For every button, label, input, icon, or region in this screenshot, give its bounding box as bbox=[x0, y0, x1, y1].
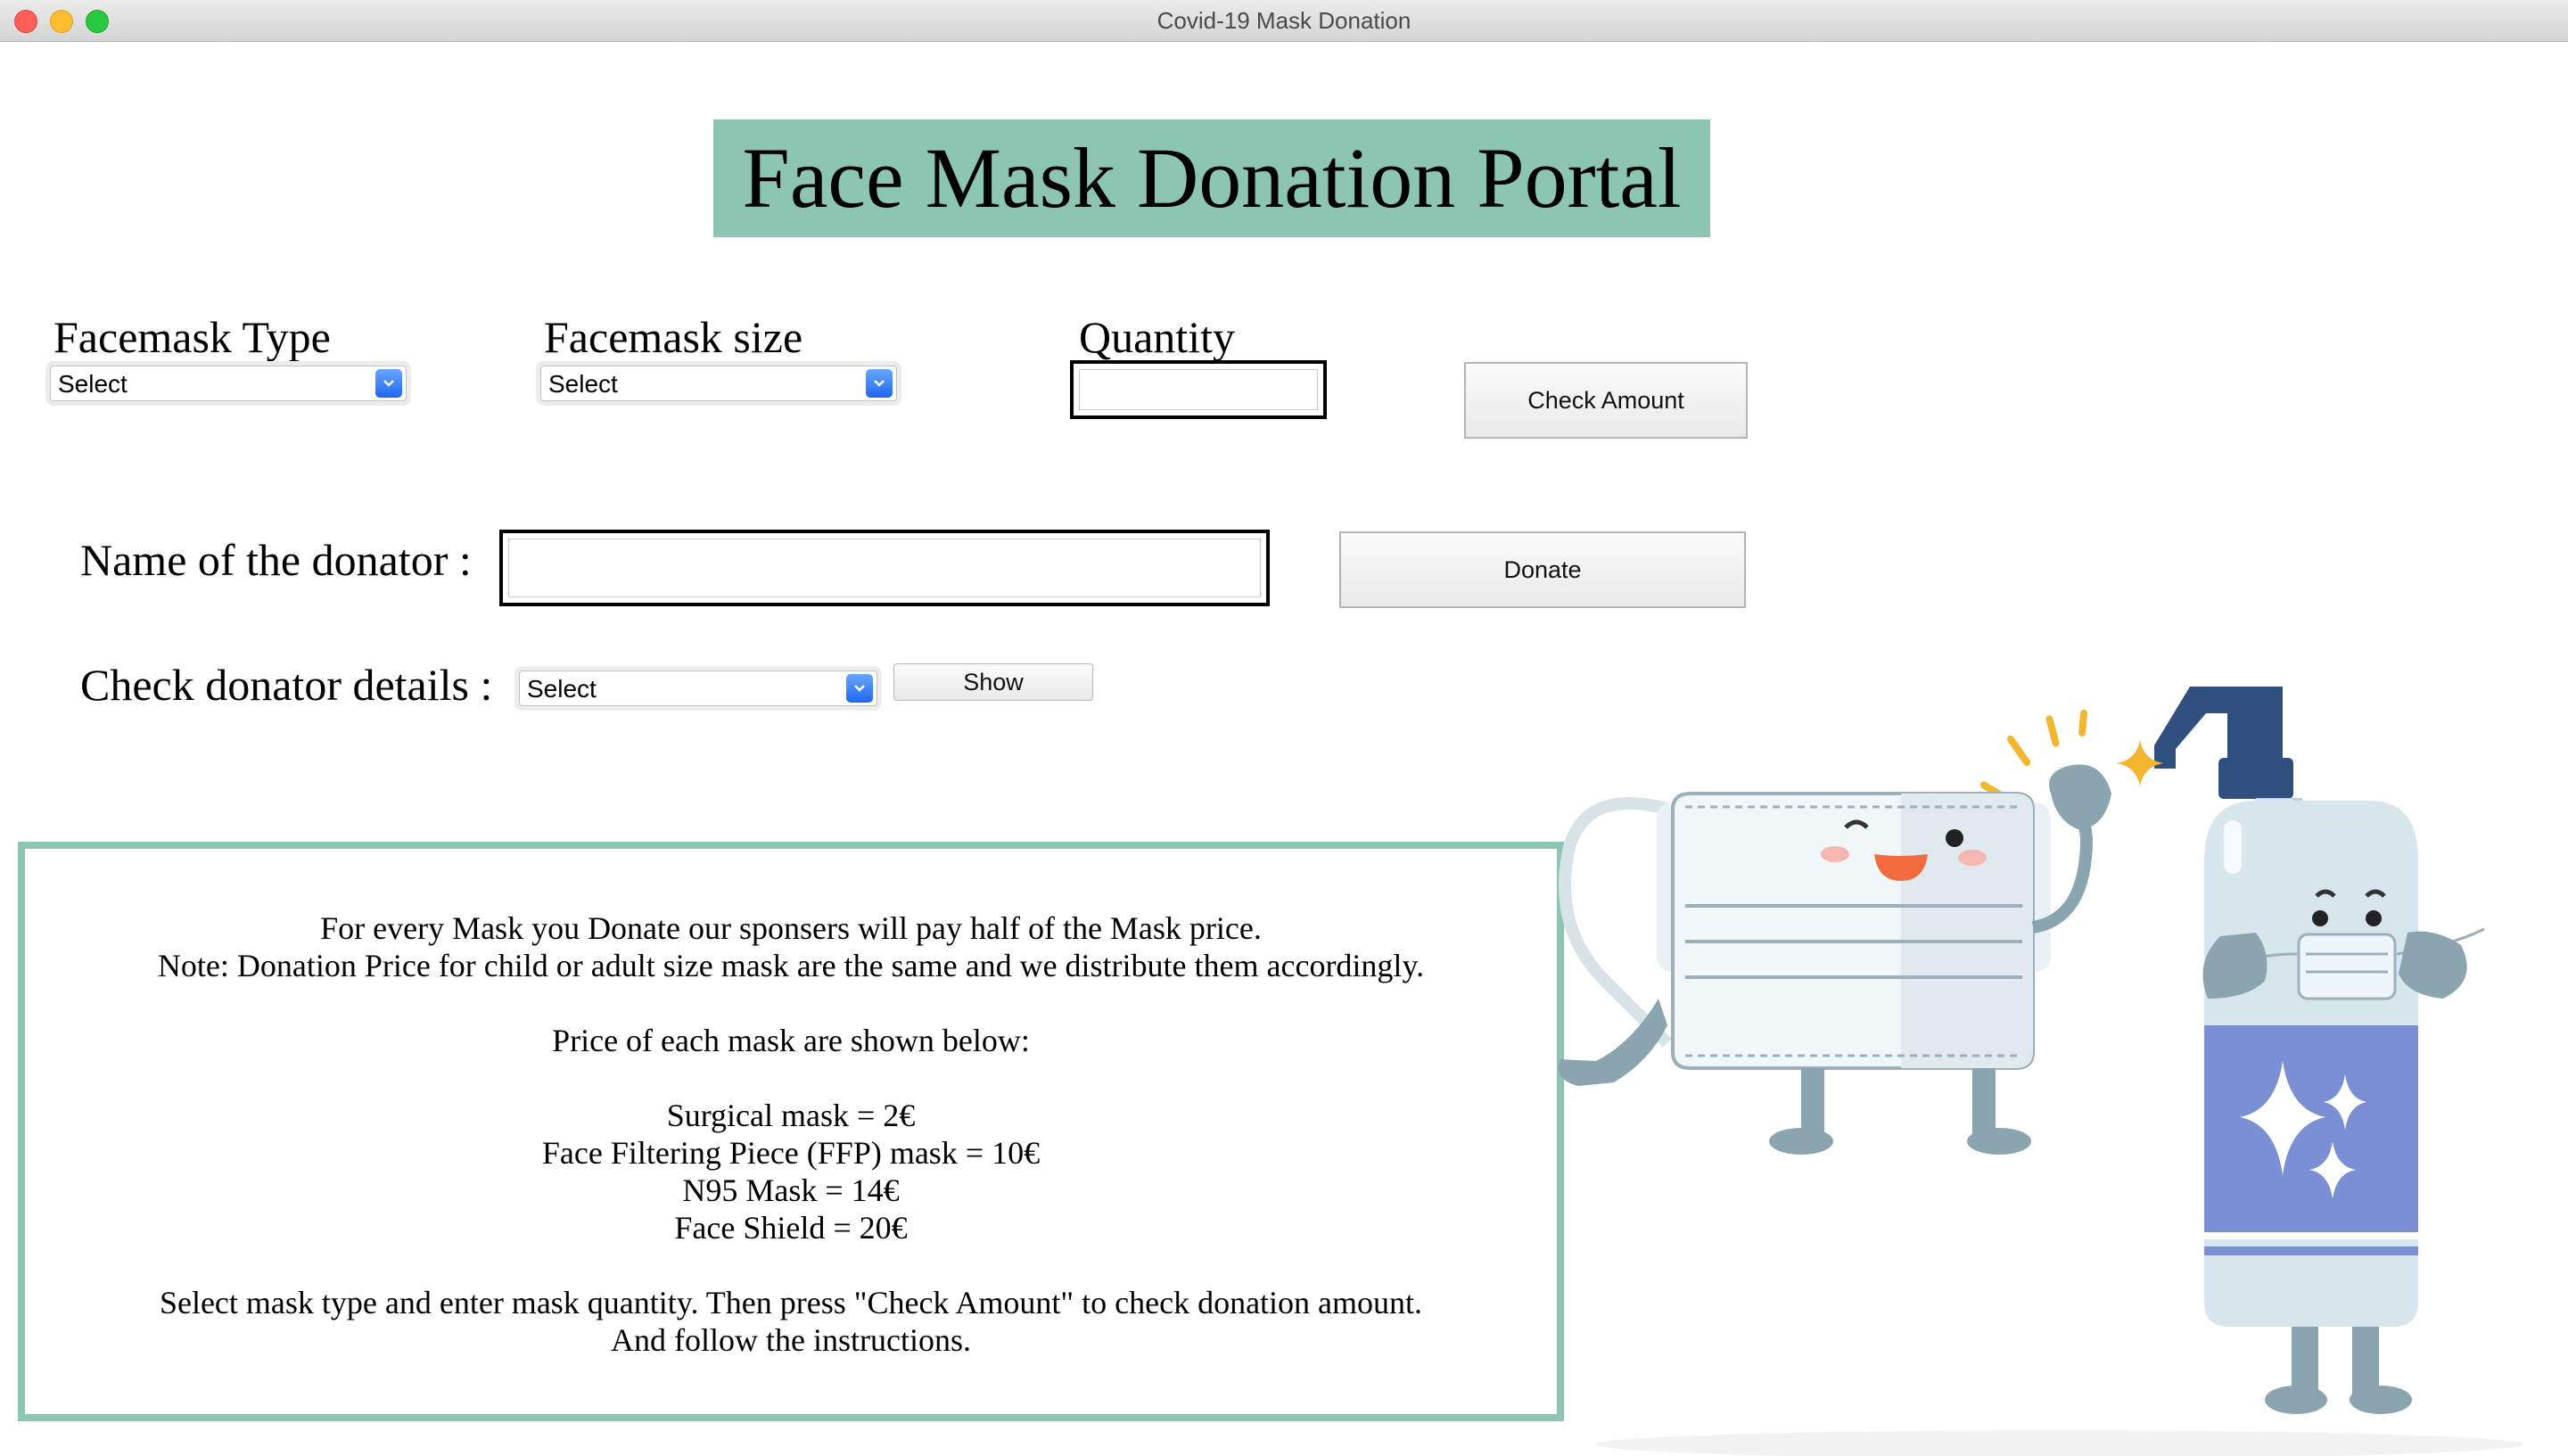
mask-type-label: Facemask Type bbox=[54, 312, 331, 362]
mask-size-label: Facemask size bbox=[544, 312, 803, 362]
window-titlebar: Covid-19 Mask Donation bbox=[0, 0, 2568, 42]
price-face-shield: Face Shield = 20€ bbox=[674, 1210, 908, 1246]
quantity-label: Quantity bbox=[1079, 312, 1235, 362]
mask-type-selected: Select bbox=[58, 370, 128, 398]
donator-selected: Select bbox=[527, 675, 597, 703]
info-line-price-heading: Price of each mask are shown below: bbox=[552, 1023, 1030, 1058]
quantity-input[interactable] bbox=[1079, 369, 1318, 410]
price-ffp: Face Filtering Piece (FFP) mask = 10€ bbox=[541, 1135, 1041, 1171]
mask-sanitizer-illustration bbox=[1558, 687, 2523, 1456]
donator-name-input[interactable] bbox=[508, 539, 1261, 597]
info-panel: For every Mask you Donate our sponsers w… bbox=[18, 842, 1564, 1421]
mask-character-illustration bbox=[1558, 764, 2111, 1155]
mask-size-select[interactable]: Select bbox=[540, 366, 897, 401]
quantity-field-frame bbox=[1070, 360, 1327, 419]
donate-button[interactable]: Donate bbox=[1339, 531, 1746, 608]
donator-name-label: Name of the donator : bbox=[80, 535, 472, 585]
portal-title: Face Mask Donation Portal bbox=[713, 119, 1710, 237]
info-line-sponsor: For every Mask you Donate our sponsers w… bbox=[320, 910, 1262, 946]
info-line-instructions: Select mask type and enter mask quantity… bbox=[159, 1285, 1423, 1320]
window-title: Covid-19 Mask Donation bbox=[1156, 7, 1412, 34]
info-line-note: Note: Donation Price for child or adult … bbox=[157, 948, 1425, 983]
info-line-follow: And follow the instructions. bbox=[611, 1322, 971, 1358]
chevron-down-icon[interactable] bbox=[866, 369, 893, 398]
donator-select[interactable]: Select bbox=[519, 670, 877, 706]
show-button[interactable]: Show bbox=[893, 663, 1093, 701]
check-amount-button[interactable]: Check Amount bbox=[1464, 362, 1748, 439]
chevron-down-icon[interactable] bbox=[846, 674, 873, 703]
donator-name-frame bbox=[499, 530, 1270, 606]
check-donator-label: Check donator details : bbox=[80, 660, 493, 710]
price-n95: N95 Mask = 14€ bbox=[682, 1172, 900, 1208]
mask-size-selected: Select bbox=[548, 370, 618, 398]
mask-type-select[interactable]: Select bbox=[50, 366, 407, 401]
price-surgical: Surgical mask = 2€ bbox=[666, 1098, 916, 1133]
chevron-down-icon[interactable] bbox=[375, 369, 402, 398]
sanitizer-bottle-illustration bbox=[2154, 687, 2485, 1414]
